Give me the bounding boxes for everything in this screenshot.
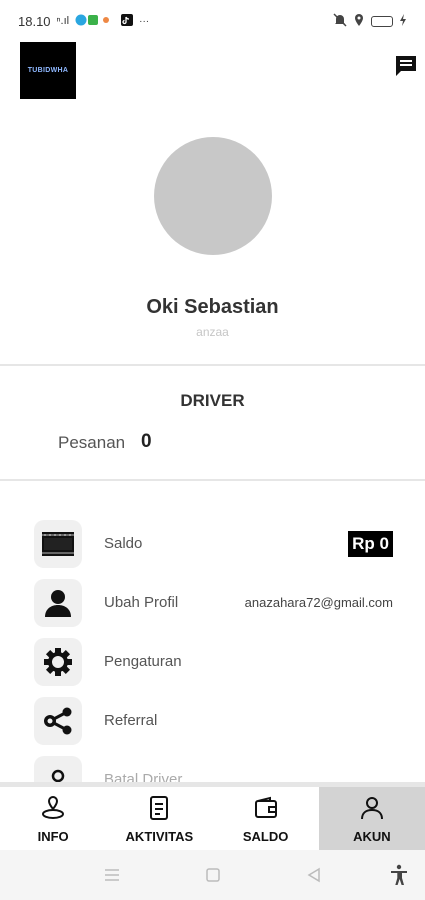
location-icon	[353, 13, 365, 30]
wallet-icon	[34, 520, 82, 568]
saldo-balance-badge: Rp 0	[348, 531, 393, 557]
menu-label-pengaturan: Pengaturan	[104, 653, 182, 670]
accessibility-button[interactable]	[388, 864, 410, 886]
more-notifications: ···	[139, 15, 150, 27]
menu-icon	[105, 869, 119, 881]
tab-aktivitas-label: AKTIVITAS	[125, 829, 194, 844]
tab-info-label: INFO	[37, 829, 69, 844]
info-icon	[42, 795, 65, 819]
triangle-back-icon	[307, 867, 320, 883]
tiktok-icon	[121, 13, 134, 29]
app-logo: TUBIDWHA	[20, 42, 76, 99]
share-icon	[34, 697, 82, 745]
status-time: 18.10	[18, 13, 51, 29]
pin-icon	[34, 756, 82, 782]
gear-icon	[34, 638, 82, 686]
profile-avatar[interactable]	[154, 137, 272, 255]
app-notification-icon	[75, 14, 115, 29]
accessibility-icon	[391, 864, 407, 885]
home-button[interactable]	[202, 864, 224, 886]
profile-name: Oki Sebastian	[146, 296, 279, 318]
menu-label-partial: Batal Driver	[104, 771, 183, 782]
status-bar-left: 18.10 ⁿ.ıl ···	[18, 13, 150, 29]
pesanan-count: 0	[141, 431, 152, 452]
menu-label-saldo: Saldo	[104, 535, 143, 552]
tab-saldo-label: SALDO	[242, 829, 289, 844]
charging-icon	[399, 13, 407, 29]
user-icon	[34, 579, 82, 627]
chat-button[interactable]	[393, 53, 419, 79]
menu-item-pengaturan[interactable]: Pengaturan	[0, 638, 425, 688]
divider	[0, 479, 425, 481]
tab-akun[interactable]: AKUN	[318, 787, 425, 850]
document-icon	[150, 796, 169, 820]
tab-aktivitas[interactable]: AKTIVITAS	[106, 787, 212, 850]
logo-text: TUBIDWHA	[27, 67, 69, 74]
back-button[interactable]	[303, 864, 325, 886]
divider	[0, 364, 425, 366]
recent-apps-button[interactable]	[101, 864, 123, 886]
chat-icon	[396, 56, 416, 76]
tab-info[interactable]: INFO	[0, 787, 106, 850]
pesanan-label: Pesanan	[58, 433, 126, 452]
signal-indicator: ⁿ.ıl	[56, 15, 70, 27]
menu-item-partial[interactable]: Batal Driver	[0, 756, 425, 782]
menu-label-ubah-profil: Ubah Profil	[104, 594, 179, 611]
person-outline-icon	[360, 797, 383, 820]
status-bar: 18.10 ⁿ.ıl ···	[0, 0, 425, 42]
menu-item-referral[interactable]: Referral	[0, 697, 425, 747]
role-title: DRIVER	[180, 391, 245, 410]
menu-label-referral: Referral	[104, 712, 158, 729]
user-email: anazahara72@gmail.com	[244, 595, 393, 610]
square-icon	[206, 868, 220, 882]
bottom-navigation: INFO AKTIVITAS SALDO AKUN	[0, 782, 425, 850]
system-navigation-bar	[0, 850, 425, 900]
menu-item-ubah-profil[interactable]: Ubah Profil anazahara72@gmail.com	[0, 579, 425, 629]
battery-icon	[371, 15, 393, 27]
tab-akun-label: AKUN	[353, 829, 391, 844]
profile-username: anzaa	[196, 325, 229, 339]
status-bar-right	[333, 12, 407, 30]
mute-icon	[333, 12, 347, 30]
menu-item-saldo[interactable]: Saldo Rp 0	[0, 520, 425, 570]
tab-saldo[interactable]: SALDO	[213, 787, 319, 850]
wallet-outline-icon	[254, 796, 277, 818]
